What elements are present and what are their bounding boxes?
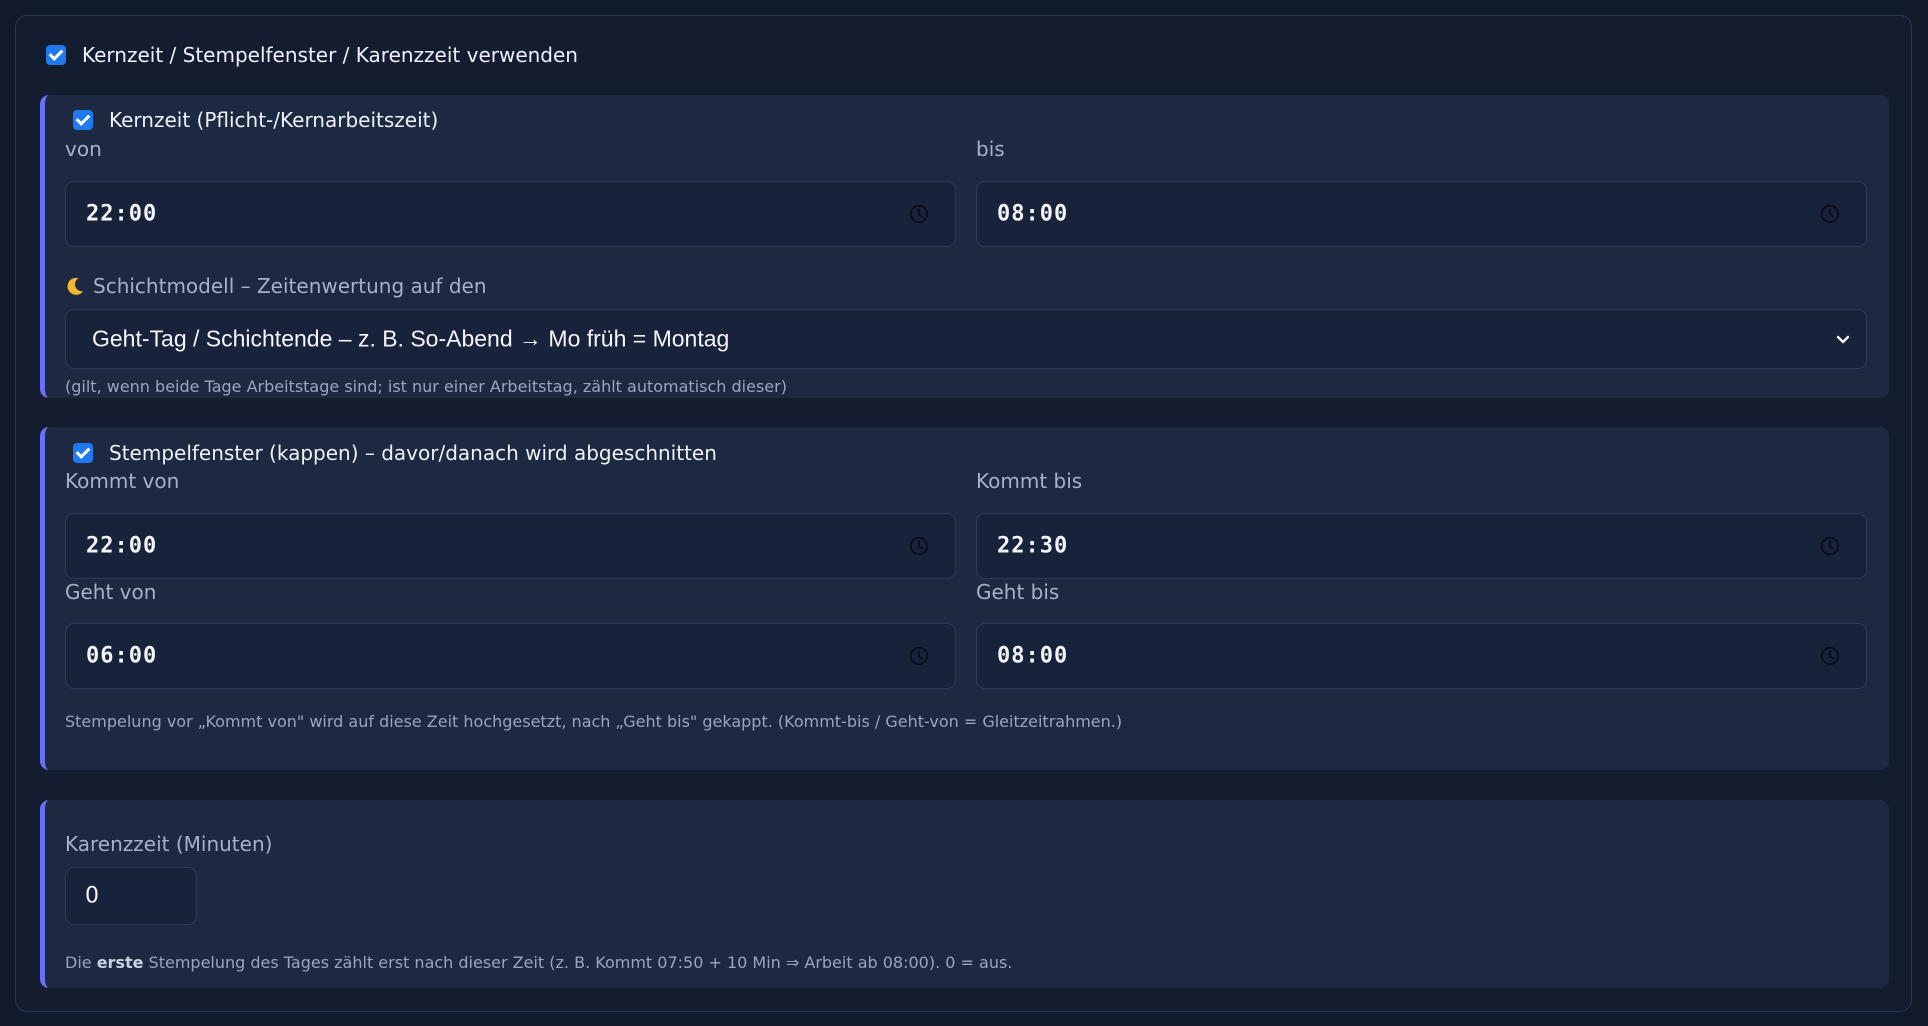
shift-model-label: Schichtmodell – Zeitenwertung auf den [65,274,487,298]
karenzzeit-label: Karenzzeit (Minuten) [65,832,273,856]
geht-von-value: 06:00 [86,643,158,669]
karenzzeit-value: 0 [85,883,99,909]
main-toggle-row[interactable]: Kernzeit / Stempelfenster / Karenzzeit v… [46,43,578,67]
stempelfenster-toggle-label: Stempelfenster (kappen) – davor/danach w… [109,441,717,465]
geht-bis-value: 08:00 [997,643,1069,669]
kernzeit-bis-input[interactable]: 08:00 [976,181,1867,247]
clock-icon[interactable] [1820,204,1840,224]
kernzeit-panel: Kernzeit (Pflicht-/Kernarbeitszeit) von … [40,95,1889,398]
kommt-von-label: Kommt von [65,469,180,493]
stempelfenster-hint: Stempelung vor „Kommt von" wird auf dies… [65,712,1123,731]
kernzeit-von-input[interactable]: 22:00 [65,181,956,247]
karenzzeit-panel: Karenzzeit (Minuten) 0 Die erste Stempel… [40,800,1889,988]
clock-icon[interactable] [1820,646,1840,666]
clock-icon[interactable] [1820,536,1840,556]
kernzeit-checkbox[interactable] [73,110,93,130]
kommt-bis-input[interactable]: 22:30 [976,513,1867,579]
chevron-down-icon[interactable] [1834,330,1852,348]
geht-von-input[interactable]: 06:00 [65,623,956,689]
kernzeit-von-value: 22:00 [86,201,158,227]
stempelfenster-toggle-row[interactable]: Stempelfenster (kappen) – davor/danach w… [73,441,717,465]
clock-icon[interactable] [909,646,929,666]
geht-bis-input[interactable]: 08:00 [976,623,1867,689]
shift-model-selected: Geht-Tag / Schichtende – z. B. So-Abend … [92,325,730,352]
main-toggle-checkbox[interactable] [46,45,66,65]
kernzeit-toggle-row[interactable]: Kernzeit (Pflicht-/Kernarbeitszeit) [73,108,438,132]
kernzeit-toggle-label: Kernzeit (Pflicht-/Kernarbeitszeit) [109,108,439,132]
geht-von-label: Geht von [65,580,157,604]
clock-icon[interactable] [909,204,929,224]
geht-bis-label: Geht bis [976,580,1060,604]
shift-model-select[interactable]: Geht-Tag / Schichtende – z. B. So-Abend … [65,309,1867,369]
kernzeit-hint: (gilt, wenn beide Tage Arbeitstage sind;… [65,377,787,396]
karenzzeit-input[interactable]: 0 [65,867,197,925]
clock-icon[interactable] [909,536,929,556]
stempelfenster-checkbox[interactable] [73,443,93,463]
kernzeit-von-label: von [65,137,102,161]
karenzzeit-hint: Die erste Stempelung des Tages zählt ers… [65,953,1013,972]
moon-icon [67,277,83,295]
kommt-bis-label: Kommt bis [976,469,1083,493]
kommt-von-input[interactable]: 22:00 [65,513,956,579]
kommt-von-value: 22:00 [86,533,158,559]
kommt-bis-value: 22:30 [997,533,1069,559]
kernzeit-bis-label: bis [976,137,1005,161]
shift-model-label-text: Schichtmodell – Zeitenwertung auf den [93,274,487,298]
kernzeit-bis-value: 08:00 [997,201,1069,227]
stempelfenster-panel: Stempelfenster (kappen) – davor/danach w… [40,427,1889,770]
main-toggle-label: Kernzeit / Stempelfenster / Karenzzeit v… [82,43,578,67]
settings-card: Kernzeit / Stempelfenster / Karenzzeit v… [15,15,1912,1012]
